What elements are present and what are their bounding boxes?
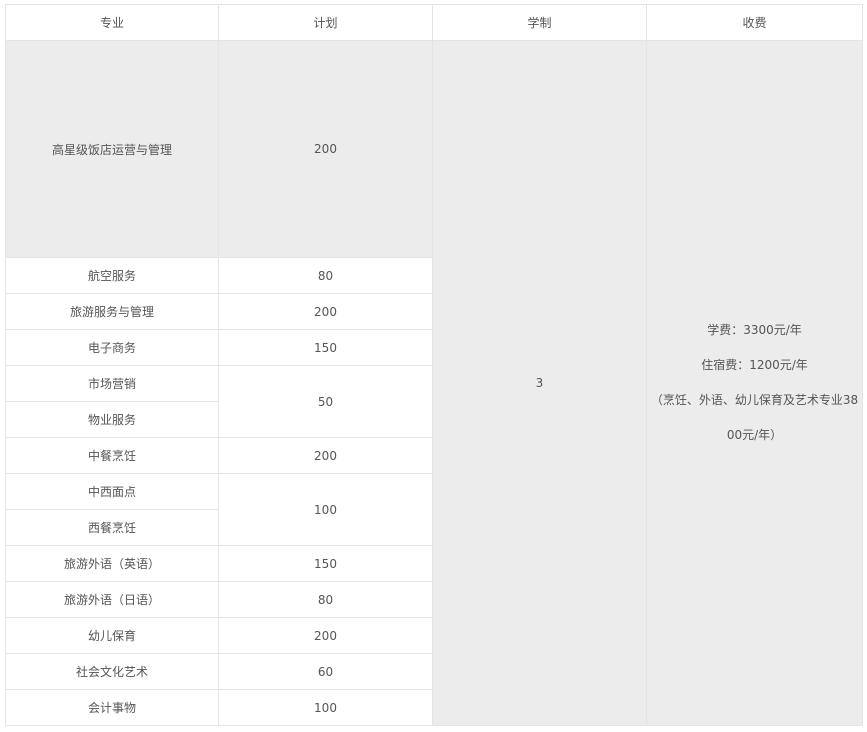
header-row: 专业 计划 学制 收费 (5, 4, 863, 41)
major-cell: 物业服务 (5, 401, 219, 438)
header-fee: 收费 (646, 4, 863, 41)
major-cell: 西餐烹饪 (5, 509, 219, 546)
fee-note-line2: 00元/年） (726, 428, 783, 442)
plan-cell: 150 (218, 329, 433, 366)
major-cell: 航空服务 (5, 257, 219, 294)
table-row: 高星级饭店运营与管理 200 3 学费：3300元/年 住宿费：1200元/年 … (5, 40, 863, 726)
major-cell: 中餐烹饪 (5, 437, 219, 474)
years-cell: 3 (432, 40, 647, 726)
major-cell: 电子商务 (5, 329, 219, 366)
plan-cell: 200 (218, 40, 433, 258)
major-cell: 幼儿保育 (5, 617, 219, 654)
header-plan: 计划 (218, 4, 433, 41)
enrollment-plan-table: 专业 计划 学制 收费 高星级饭店运营与管理 200 3 学费：3300元/年 … (5, 4, 863, 726)
major-cell: 旅游外语（英语） (5, 545, 219, 582)
fee-note-line1: （烹饪、外语、幼儿保育及艺术专业38 (650, 393, 859, 407)
plan-cell: 150 (218, 545, 433, 582)
plan-cell: 80 (218, 581, 433, 618)
plan-cell: 80 (218, 257, 433, 294)
plan-cell: 50 (218, 365, 433, 438)
fee-lodging: 住宿费：1200元/年 (701, 358, 808, 372)
fee-tuition: 学费：3300元/年 (707, 323, 802, 337)
plan-cell: 200 (218, 437, 433, 474)
plan-cell: 200 (218, 617, 433, 654)
major-cell: 社会文化艺术 (5, 653, 219, 690)
header-major: 专业 (5, 4, 219, 41)
major-cell: 旅游服务与管理 (5, 293, 219, 330)
plan-cell: 200 (218, 293, 433, 330)
plan-cell: 100 (218, 473, 433, 546)
major-cell: 中西面点 (5, 473, 219, 510)
major-cell: 市场营销 (5, 365, 219, 402)
plan-cell: 100 (218, 689, 433, 726)
major-cell: 旅游外语（日语） (5, 581, 219, 618)
header-years: 学制 (432, 4, 647, 41)
plan-cell: 60 (218, 653, 433, 690)
fee-cell: 学费：3300元/年 住宿费：1200元/年 （烹饪、外语、幼儿保育及艺术专业3… (646, 40, 863, 726)
major-cell: 高星级饭店运营与管理 (5, 40, 219, 258)
major-cell: 会计事物 (5, 689, 219, 726)
